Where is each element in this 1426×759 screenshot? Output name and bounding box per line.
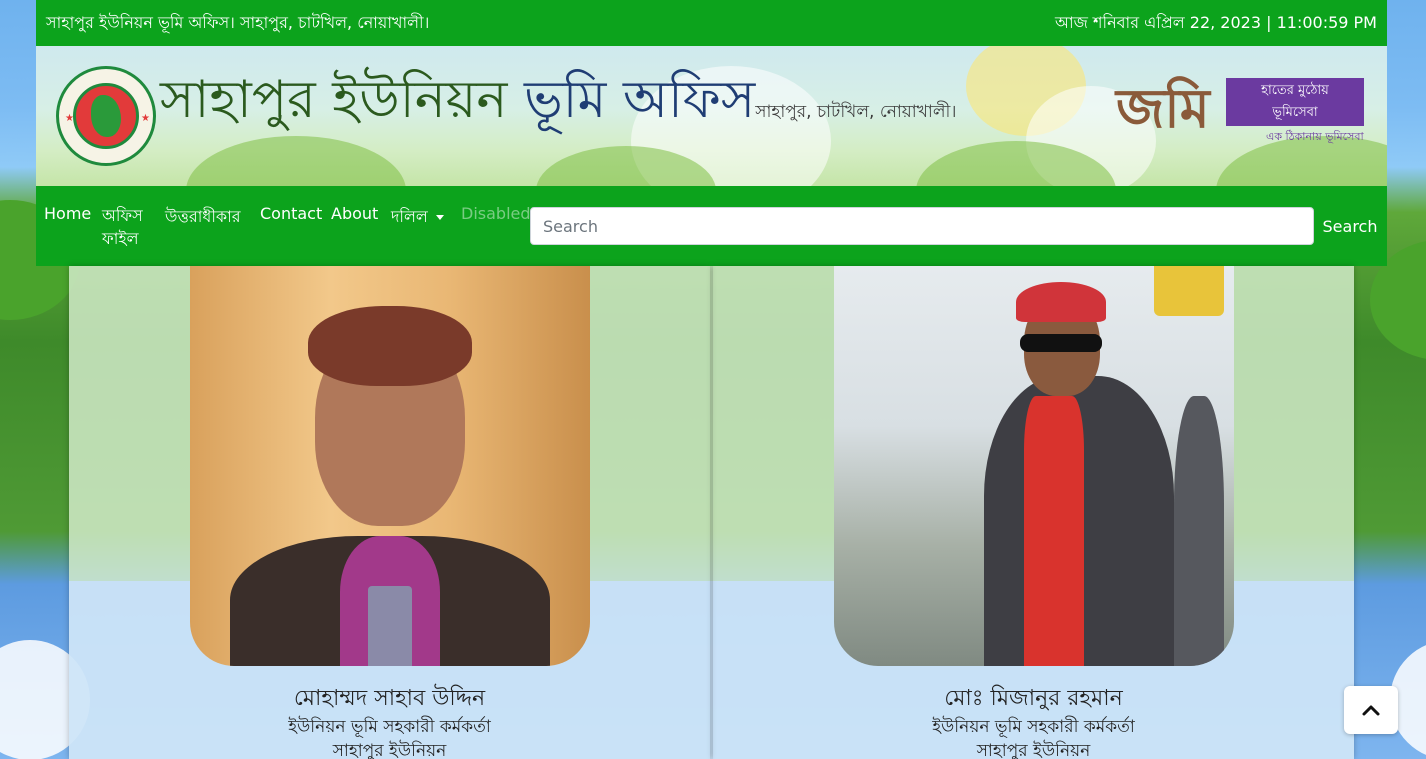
- site-title-part1: সাহাপুর ইউনিয়ন: [160, 70, 508, 130]
- top-info-bar: সাহাপুর ইউনিয়ন ভূমি অফিস। সাহাপুর, চাটখ…: [36, 0, 1387, 46]
- site-title-part2: ভূমি অফিস: [523, 70, 756, 130]
- officer-name: মোহাম্মদ সাহাব উদ্দিন: [293, 686, 486, 711]
- officer-card: মোহাম্মদ সাহাব উদ্দিন ইউনিয়ন ভূমি সহকার…: [69, 266, 710, 759]
- search-input[interactable]: [530, 207, 1314, 245]
- nav-office-file-line2: ফাইল: [102, 229, 139, 248]
- jomi-slogan-line1: হাতের মুঠোয়: [1261, 83, 1329, 98]
- officer-photo: [190, 266, 590, 666]
- site-subtitle: সাহাপুর, চাটখিল, নোয়াখালী।: [755, 102, 957, 122]
- jomi-slogan-box: হাতের মুঠোয় ভূমিসেবা: [1226, 78, 1364, 126]
- officer-photo: [834, 266, 1234, 666]
- officer-name: মোঃ মিজানুর রহমান: [944, 686, 1123, 711]
- scroll-to-top-button[interactable]: [1344, 686, 1398, 734]
- officer-union: সাহাপুর ইউনিয়ন: [332, 741, 447, 759]
- government-seal-logo: ★ ★: [56, 66, 156, 166]
- caret-down-icon: [435, 215, 444, 220]
- nav-about[interactable]: About: [331, 204, 378, 223]
- jomi-logo[interactable]: জমি হাতের মুঠোয় ভূমিসেবা এক ঠিকানায় ভূ…: [1116, 76, 1366, 146]
- nav-inheritance[interactable]: উত্তরাধীকার: [165, 204, 241, 231]
- nav-deed-dropdown[interactable]: দলিল: [391, 204, 444, 231]
- officers-section: মোহাম্মদ সাহাব উদ্দিন ইউনিয়ন ভূমি সহকার…: [69, 266, 1354, 759]
- jomi-slogan-line2: ভূমিসেবা: [1272, 105, 1318, 120]
- officer-card: মোঃ মিজানুর রহমান ইউনিয়ন ভূমি সহকারী কর…: [713, 266, 1354, 759]
- jomi-logo-text: জমি: [1116, 76, 1210, 140]
- nav-deed-label: দলিল: [391, 207, 428, 226]
- jomi-tagline: এক ঠিকানায় ভূমিসেবা: [1266, 130, 1364, 143]
- office-address-text: সাহাপুর ইউনিয়ন ভূমি অফিস। সাহাপুর, চাটখ…: [46, 12, 430, 32]
- header-banner: ★ ★ সাহাপুর ইউনিয়ন ভূমি অফিসসাহাপুর, চা…: [36, 46, 1387, 186]
- nav-office-file[interactable]: অফিস ফাইল: [102, 204, 143, 250]
- main-navbar: Home অফিস ফাইল উত্তরাধীকার Contact About…: [36, 186, 1387, 266]
- current-datetime: আজ শনিবার এপ্রিল 22, 2023 | 11:00:59 PM: [1054, 12, 1377, 32]
- nav-office-file-line1: অফিস: [102, 206, 143, 225]
- nav-contact[interactable]: Contact: [260, 204, 322, 223]
- nav-disabled: Disabled: [461, 204, 531, 223]
- site-title[interactable]: সাহাপুর ইউনিয়ন ভূমি অফিসসাহাপুর, চাটখিল…: [160, 68, 956, 144]
- search-button[interactable]: Search: [1320, 207, 1380, 245]
- chevron-up-icon: [1362, 705, 1380, 716]
- nav-home[interactable]: Home: [44, 204, 91, 223]
- officer-union: সাহাপুর ইউনিয়ন: [976, 741, 1091, 759]
- page-frame: সাহাপুর ইউনিয়ন ভূমি অফিস। সাহাপুর, চাটখ…: [36, 0, 1387, 759]
